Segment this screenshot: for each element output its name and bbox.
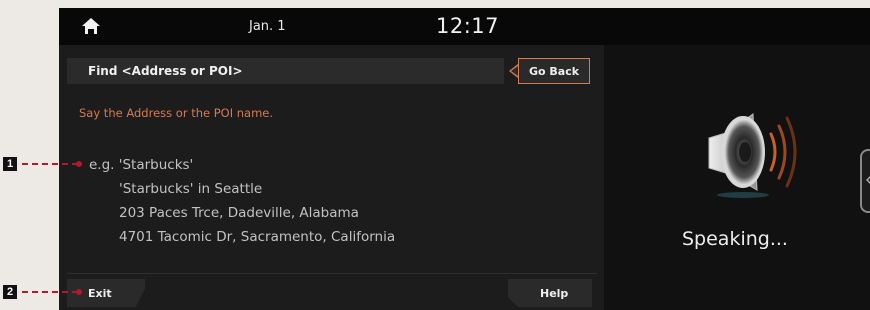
- title-bar: Find <Address or POI>: [67, 58, 504, 84]
- example-line: e.g. 'Starbucks': [89, 157, 194, 173]
- footer-divider: [67, 273, 597, 274]
- home-icon[interactable]: [81, 17, 101, 35]
- example-line: 203 Paces Trce, Dadeville, Alabama: [119, 205, 359, 221]
- speaker-icon: [708, 113, 797, 198]
- chevron-left-icon: [866, 175, 870, 185]
- callout-number: 2: [3, 285, 17, 299]
- go-back-notch-inner: [511, 66, 518, 76]
- callout-dot: [76, 289, 82, 295]
- example-line: 4701 Tacomic Dr, Sacramento, California: [119, 229, 396, 245]
- voice-prompt: Say the Address or the POI name.: [79, 106, 274, 120]
- status-date: Jan. 1: [249, 19, 286, 34]
- voice-search-panel: Find <Address or POI> Go Back Say the Ad…: [59, 45, 604, 310]
- callout-dot: [76, 161, 82, 167]
- side-panel-handle[interactable]: [860, 149, 870, 213]
- status-bar: Jan. 1 12:17: [59, 8, 870, 45]
- help-button[interactable]: Help: [508, 279, 592, 307]
- head-unit-screen: Jan. 1 12:17 Find <Address or POI> Go Ba…: [59, 8, 870, 310]
- speaking-status: Speaking...: [682, 228, 788, 250]
- speaking-panel: Speaking...: [604, 45, 870, 310]
- status-clock: 12:17: [436, 14, 500, 38]
- callout-number: 1: [3, 157, 17, 171]
- callout-line: [22, 163, 78, 165]
- page-title: Find <Address or POI>: [88, 64, 243, 78]
- go-back-button[interactable]: Go Back: [518, 58, 590, 84]
- callout-line: [22, 291, 78, 293]
- example-line: 'Starbucks' in Seattle: [119, 181, 263, 197]
